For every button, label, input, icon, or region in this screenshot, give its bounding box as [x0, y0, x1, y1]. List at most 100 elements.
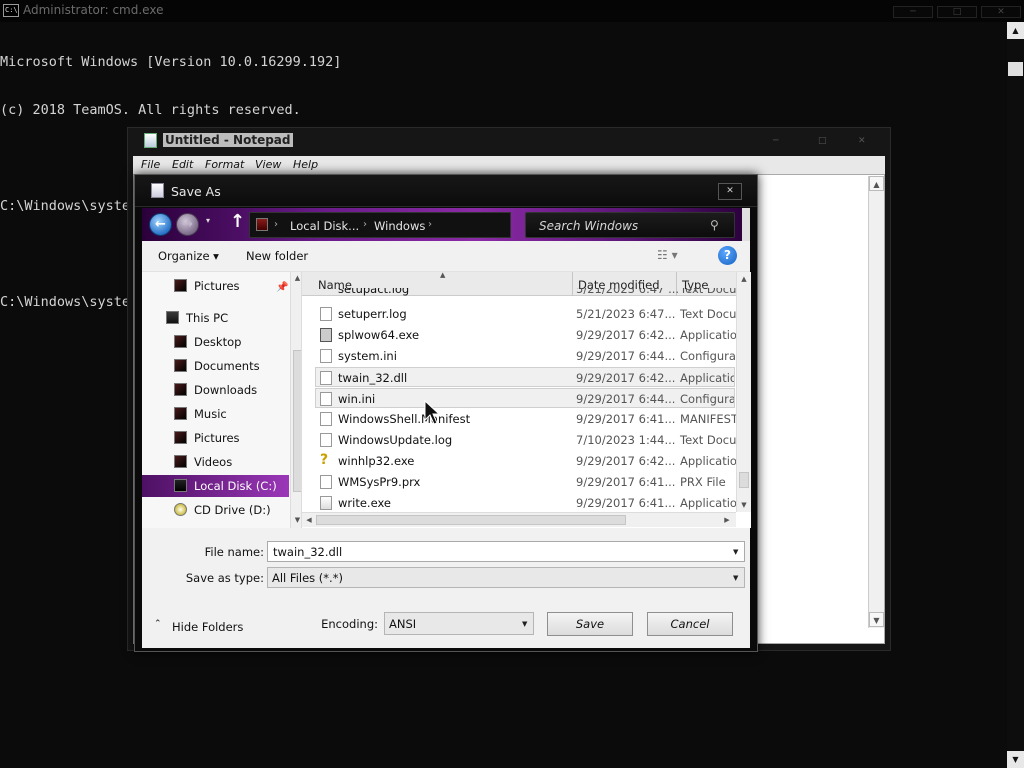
help-icon[interactable]: ?	[718, 246, 737, 265]
scroll-thumb[interactable]	[316, 515, 626, 525]
dialog-title: Save As	[171, 184, 221, 199]
nav-item-pictures[interactable]: Pictures	[174, 429, 284, 449]
menu-format[interactable]: Format	[205, 158, 244, 171]
scroll-down-icon[interactable]: ▼	[737, 498, 751, 512]
file-row[interactable]: twain_32.dll 9/29/2017 6:42... Applicati…	[315, 367, 735, 387]
file-row[interactable]: write.exe 9/29/2017 6:41... Application	[316, 493, 736, 513]
dialog-titlebar[interactable]: Save As ✕	[135, 175, 757, 207]
file-type: PRX File	[680, 475, 726, 489]
encoding-select[interactable]: ANSI ▼	[384, 612, 534, 635]
file-row[interactable]: win.ini 9/29/2017 6:44... Configuratio	[315, 388, 735, 408]
breadcrumb-local-disk[interactable]: Local Disk...	[290, 219, 359, 233]
minimize-icon[interactable]: ─	[893, 6, 933, 18]
nav-item-label: Videos	[194, 455, 233, 469]
chevron-up-icon[interactable]: ⌃	[154, 619, 162, 629]
file-row[interactable]: WindowsUpdate.log 7/10/2023 1:44... Text…	[316, 430, 736, 450]
cmd-icon: C:\	[3, 4, 19, 17]
save-button[interactable]: Save	[547, 612, 633, 636]
cancel-button[interactable]: Cancel	[647, 612, 733, 636]
close-icon[interactable]: ✕	[981, 6, 1021, 18]
back-arrow-icon[interactable]: ←	[149, 213, 172, 236]
file-date: 9/29/2017 6:42...	[576, 454, 676, 468]
chevron-right-icon[interactable]: ›	[274, 219, 278, 230]
nav-item-local-disk-c[interactable]: Local Disk (C:)	[142, 475, 289, 497]
scroll-thumb[interactable]	[1008, 62, 1023, 76]
breadcrumb-windows[interactable]: Windows	[374, 219, 425, 233]
maximize-icon[interactable]: □	[937, 6, 977, 18]
file-list-horizontal-scrollbar[interactable]: ◀ ▶	[302, 512, 736, 527]
text-file-icon	[320, 433, 332, 447]
scroll-down-icon[interactable]: ▼	[1007, 751, 1024, 768]
search-box[interactable]: ⚲	[525, 212, 735, 238]
file-name-input[interactable]	[273, 545, 713, 559]
scroll-up-icon[interactable]: ▲	[737, 272, 751, 286]
file-type: Text Docum	[680, 288, 736, 296]
address-bar[interactable]: › Local Disk... › Windows ›	[249, 212, 511, 238]
documents-folder-icon	[174, 359, 187, 372]
chevron-right-icon[interactable]: ›	[428, 219, 432, 230]
sort-ascending-icon: ▲	[440, 271, 446, 279]
nav-item-documents[interactable]: Documents	[174, 357, 284, 377]
cmd-titlebar[interactable]: C:\ Administrator: cmd.exe ─ □ ✕	[0, 0, 1024, 22]
nav-item-music[interactable]: Music	[174, 405, 284, 425]
chevron-down-icon[interactable]: ▼	[522, 620, 527, 628]
nav-item-downloads[interactable]: Downloads	[174, 381, 284, 401]
menu-file[interactable]: File	[141, 158, 160, 171]
file-list-vertical-scrollbar[interactable]: ▲ ▼	[736, 272, 751, 512]
file-row[interactable]: ? winhlp32.exe 9/29/2017 6:42... Applica…	[316, 451, 736, 471]
scroll-thumb[interactable]	[739, 472, 749, 488]
scroll-up-icon[interactable]: ▲	[1007, 22, 1024, 39]
up-arrow-icon[interactable]: ↑	[230, 211, 245, 232]
file-date: 5/21/2023 6:47...	[576, 307, 676, 321]
music-folder-icon	[174, 407, 187, 420]
close-icon[interactable]: ✕	[718, 183, 742, 200]
nav-item-this-pc[interactable]: This PC	[166, 309, 286, 329]
file-row[interactable]: WindowsShell.Manifest 9/29/2017 6:41... …	[316, 409, 736, 429]
navigation-bar: ← → ▾ ↑ › Local Disk... › Windows › ⚲	[142, 208, 750, 241]
nav-item-cd-drive-d[interactable]: CD Drive (D:)	[174, 501, 284, 521]
menu-edit[interactable]: Edit	[172, 158, 193, 171]
scroll-right-icon[interactable]: ▶	[720, 513, 734, 527]
organize-button[interactable]: Organize ▾	[158, 249, 219, 263]
scroll-left-icon[interactable]: ◀	[302, 513, 316, 527]
notepad-menubar: File Edit Format View Help	[133, 156, 885, 174]
chevron-down-icon[interactable]: ▼	[733, 548, 738, 556]
nav-item-desktop[interactable]: Desktop	[174, 333, 284, 353]
close-icon[interactable]: ✕	[858, 136, 866, 146]
notepad-vertical-scrollbar[interactable]: ▲ ▼	[868, 176, 884, 628]
file-name: twain_32.dll	[338, 371, 408, 385]
dialog-toolbar: Organize ▾ New folder ☷ ▾ ?	[142, 241, 750, 272]
scroll-up-icon[interactable]: ▲	[869, 176, 884, 191]
cmd-vertical-scrollbar[interactable]: ▲ ▼	[1007, 22, 1024, 768]
file-row[interactable]: splwow64.exe 9/29/2017 6:42... Applicati…	[316, 325, 736, 345]
file-name-combobox[interactable]: ▼	[267, 541, 745, 562]
computer-icon	[166, 311, 179, 324]
file-row[interactable]: WMSysPr9.prx 9/29/2017 6:41... PRX File	[316, 472, 736, 492]
mouse-cursor-icon	[424, 400, 440, 425]
file-row[interactable]: setupact.log 5/21/2023 6:47 ... Text Doc…	[316, 288, 736, 302]
file-row[interactable]: setuperr.log 5/21/2023 6:47... Text Docu…	[316, 304, 736, 324]
search-icon[interactable]: ⚲	[710, 218, 719, 232]
chevron-down-icon[interactable]: ▼	[733, 574, 738, 582]
forward-arrow-icon[interactable]: →	[176, 213, 199, 236]
text-file-icon	[320, 307, 332, 321]
recent-locations-dropdown-icon[interactable]: ▾	[206, 216, 210, 225]
menu-help[interactable]: Help	[293, 158, 318, 171]
nav-item-label: Music	[194, 407, 227, 421]
hide-folders-button[interactable]: Hide Folders	[172, 620, 243, 634]
nav-item-videos[interactable]: Videos	[174, 453, 284, 473]
desktop-folder-icon	[174, 335, 187, 348]
file-row[interactable]: system.ini 9/29/2017 6:44... Configurati…	[316, 346, 736, 366]
search-input[interactable]	[539, 219, 699, 233]
scroll-down-icon[interactable]: ▼	[869, 612, 884, 627]
save-form: File name: ▼ Save as type: All Files (*.…	[142, 528, 750, 648]
nav-item-quick-pictures[interactable]: Pictures	[174, 277, 284, 297]
new-folder-button[interactable]: New folder	[246, 249, 308, 263]
maximize-icon[interactable]: □	[818, 136, 827, 146]
save-as-type-select[interactable]: All Files (*.*) ▼	[267, 567, 745, 588]
menu-view[interactable]: View	[255, 158, 281, 171]
chevron-right-icon[interactable]: ›	[363, 219, 367, 230]
minimize-icon[interactable]: ─	[773, 136, 778, 146]
change-view-icon[interactable]: ☷ ▾	[657, 248, 678, 262]
pin-icon[interactable]: 📌	[276, 282, 288, 293]
